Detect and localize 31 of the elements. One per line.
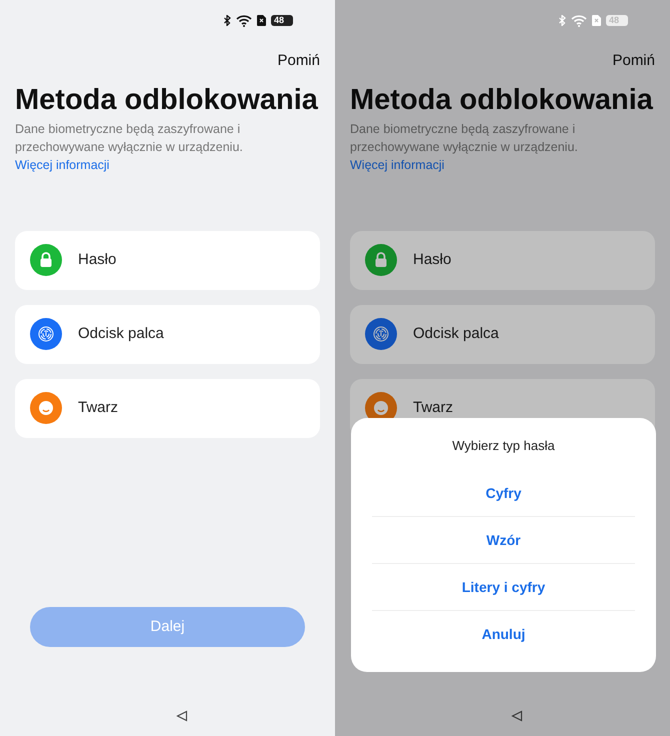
cancel-button[interactable]: Anuluj	[372, 611, 635, 658]
page-title: Metoda odblokowania	[15, 82, 319, 118]
fingerprint-icon	[365, 318, 397, 350]
skip-button[interactable]: Pomiń	[277, 50, 320, 72]
sheet-option[interactable]: Litery i cyfry	[372, 564, 635, 611]
smiley-icon	[30, 392, 62, 424]
sim-card-icon	[592, 15, 601, 26]
method-item[interactable]: Hasło	[350, 230, 655, 290]
lock-icon	[30, 244, 62, 276]
bluetooth-icon	[224, 15, 231, 26]
method-item[interactable]: Hasło	[15, 230, 320, 290]
description-text: Dane biometryczne będą zaszyfrowane i przechowywane wyłącznie w urządzeniu. Więcej informacji	[350, 120, 579, 174]
fingerprint-icon	[30, 318, 62, 350]
sim-card-icon	[257, 15, 266, 26]
description-text: Dane biometryczne będą zaszyfrowane i przechowywane wyłącznie w urządzeniu. Więcej informacji	[15, 120, 244, 174]
sheet-option[interactable]: Cyfry	[372, 470, 635, 517]
battery-indicator: 48	[271, 15, 293, 26]
wifi-icon	[571, 14, 587, 26]
page-title: Metoda odblokowania	[350, 82, 654, 118]
method-item[interactable]: Odcisk palca	[15, 304, 320, 364]
sheet-option[interactable]: Wzór	[372, 517, 635, 564]
back-icon[interactable]	[176, 710, 188, 722]
lock-icon	[365, 244, 397, 276]
method-item[interactable]: Twarz	[15, 378, 320, 438]
bluetooth-icon	[559, 15, 566, 26]
wifi-icon	[236, 14, 252, 26]
method-item[interactable]: Odcisk palca	[350, 304, 655, 364]
back-icon[interactable]	[510, 710, 522, 722]
more-info-link[interactable]: Więcej informacji	[15, 158, 110, 172]
skip-button[interactable]: Pomiń	[612, 50, 655, 72]
sheet-title: Wybierz typ hasła	[452, 436, 555, 455]
